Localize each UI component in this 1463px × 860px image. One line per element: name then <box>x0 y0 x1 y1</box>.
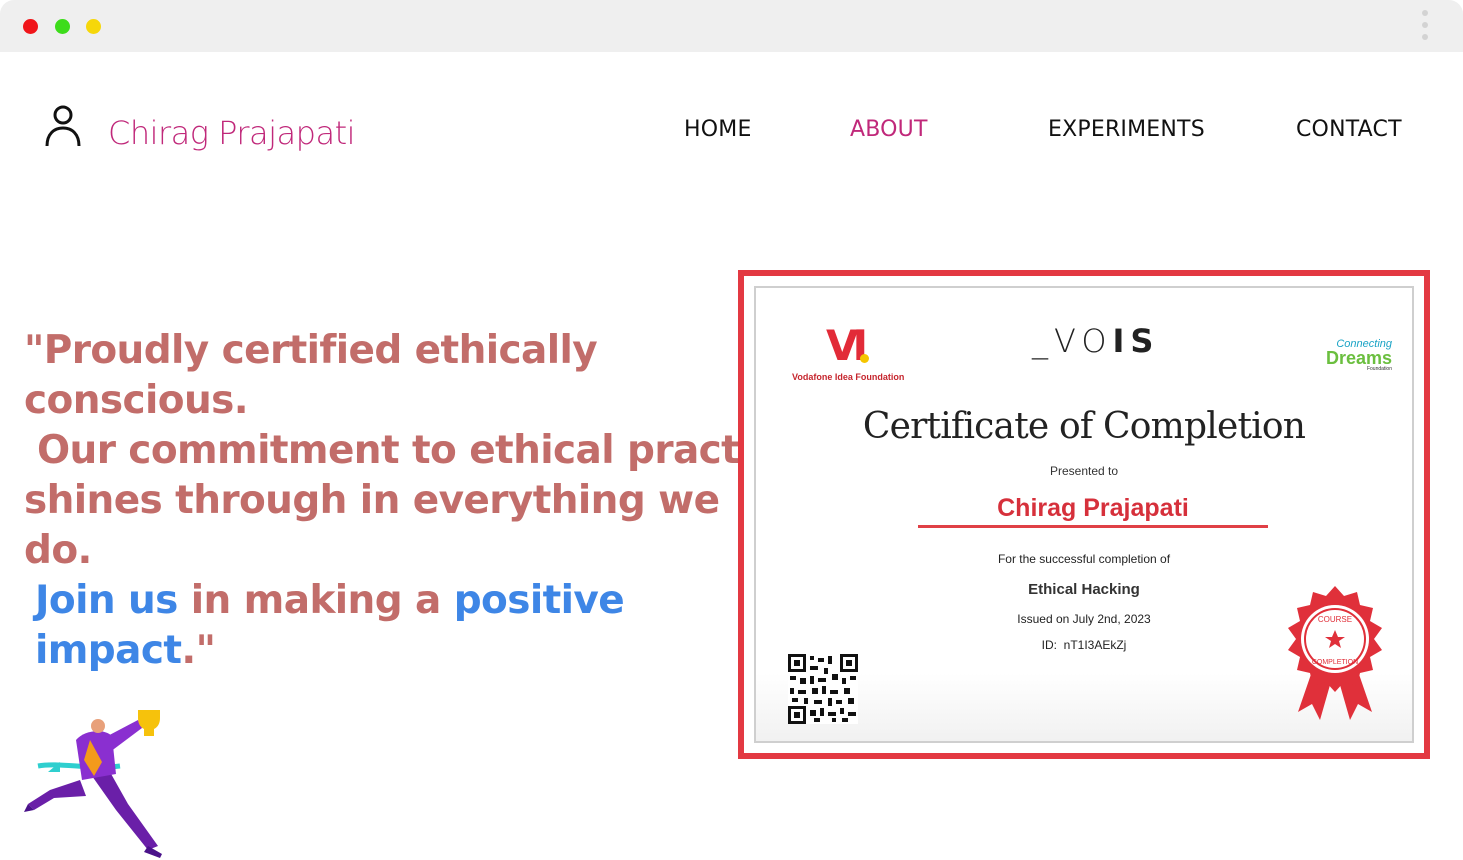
quote-join-us: Join us <box>35 578 178 623</box>
browser-chrome <box>0 0 1463 52</box>
nav-about[interactable]: ABOUT <box>850 117 928 142</box>
nav-home[interactable]: HOME <box>684 117 752 142</box>
quote-end: ." <box>181 628 216 673</box>
course-completion-badge-icon: COURSE COMPLETION <box>1288 586 1382 720</box>
runner-trophy-illustration <box>24 710 162 858</box>
connecting-dreams-logo: Connecting Dreams Foundation <box>1312 318 1392 378</box>
user-icon[interactable] <box>44 104 82 148</box>
hero-quote: "Proudly certified ethically conscious. … <box>24 326 824 676</box>
vois-suffix: IS <box>1112 322 1160 360</box>
brand-name[interactable]: Chirag Prajapati <box>108 114 356 152</box>
cd-line-2: Dreams <box>1325 348 1392 368</box>
vi-caption: Vodafone Idea Foundation <box>792 372 905 382</box>
quote-line-2: Our commitment to ethical practices <box>24 428 824 473</box>
presented-to-label: Presented to <box>1049 464 1119 478</box>
certificate-inner: VI Vodafone Idea Foundation _VOIS Connec… <box>754 286 1414 743</box>
vois-prefix: _VO <box>1032 322 1113 360</box>
more-options-icon[interactable] <box>1421 10 1429 44</box>
maximize-window-dot[interactable] <box>86 19 101 34</box>
vi-logo-dot <box>860 354 869 363</box>
completion-text: For the successful completion of <box>997 552 1171 566</box>
qr-code-icon <box>788 654 858 724</box>
nav-contact[interactable]: CONTACT <box>1296 117 1402 142</box>
recipient-name: Chirag Prajapati <box>918 494 1268 528</box>
badge-top-text: COURSE <box>1318 615 1352 624</box>
quote-line-4: Join us in making a positive impact." <box>24 576 734 676</box>
nav-experiments[interactable]: EXPERIMENTS <box>1048 117 1205 142</box>
vi-logo: VI <box>826 321 868 370</box>
certificate-image: VI Vodafone Idea Foundation _VOIS Connec… <box>738 270 1430 759</box>
quote-middle: in making a <box>177 578 454 623</box>
minimize-window-dot[interactable] <box>55 19 70 34</box>
close-window-dot[interactable] <box>23 19 38 34</box>
badge-bottom-text: COMPLETION <box>1312 659 1358 666</box>
quote-line-1: "Proudly certified ethically conscious. <box>24 328 598 423</box>
vois-logo: _VOIS <box>1032 322 1159 360</box>
quote-line-3: shines through in everything we do. <box>24 478 720 573</box>
certificate-title: Certificate of Completion <box>862 406 1306 447</box>
